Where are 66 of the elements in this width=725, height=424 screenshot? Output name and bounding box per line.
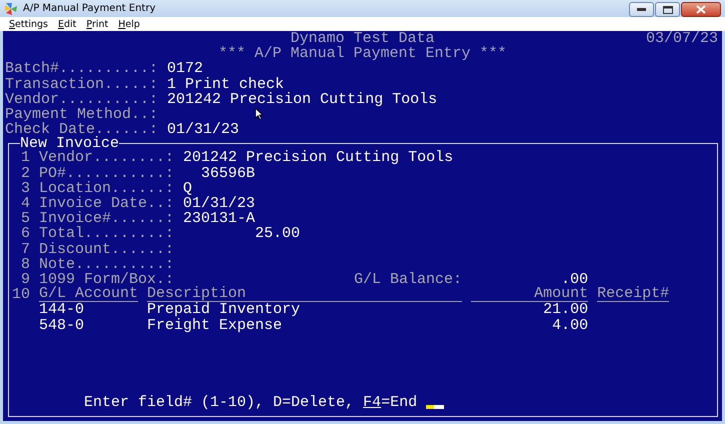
field-value: 01/31/23 (183, 196, 256, 212)
field-value: 36596B (200, 166, 256, 181)
field-number: 7 (20, 242, 30, 257)
field-label: Vendor........: (39, 150, 174, 166)
column-header: Description (147, 287, 462, 302)
maximize-icon (662, 6, 672, 14)
field-label: Invoice#......: (39, 211, 174, 226)
screen-title: *** A/P Manual Payment Entry *** (218, 46, 507, 62)
field-label: Check Date......: (5, 122, 158, 138)
menu-item[interactable]: Edit (54, 18, 80, 30)
text-cursor (426, 405, 444, 409)
field-value: Q (183, 180, 192, 196)
field-label: PO#...........: (39, 166, 174, 181)
field-number: 4 (20, 196, 30, 212)
field-label: Location......: (39, 180, 174, 196)
current-date: 03/07/23 (646, 31, 718, 46)
field-number: 1 (20, 150, 30, 166)
window-title: A/P Manual Payment Entry (23, 3, 156, 14)
field-number: 8 (20, 256, 30, 272)
minimize-icon (637, 8, 646, 11)
column-header: Receipt# (597, 287, 670, 302)
balance-value: .00 (561, 272, 588, 288)
app-icon (4, 2, 18, 16)
table-cell-text: 144-0 (39, 302, 86, 318)
field-value: 230131-A (183, 211, 256, 226)
field-label: 1099 Form/Box.: (39, 272, 174, 288)
table-cell-text: 548-0 (39, 318, 86, 333)
field-label: Transaction.....: (5, 76, 158, 92)
section-title: New Invoice (20, 137, 120, 150)
balance-label: G/L Balance: (354, 272, 462, 288)
command-prompt: Enter field# (1-10), D=Delete, F4=End (84, 394, 418, 410)
field-label: Note..........: (39, 256, 174, 272)
table-cell-text: Prepaid Inventory (147, 302, 302, 318)
field-label: Invoice Date..: (39, 196, 174, 212)
field-number: 2 (20, 166, 30, 181)
close-icon (696, 5, 706, 14)
minimize-button[interactable] (629, 2, 654, 17)
table-cell-text: 4.00 (551, 318, 588, 333)
function-key-link[interactable]: F4 (363, 394, 382, 411)
field-label: Total.........: (39, 226, 174, 242)
menu-item[interactable]: Print (83, 18, 112, 30)
field-number: 9 (20, 272, 30, 288)
field-label: Batch#..........: (5, 61, 158, 77)
table-cell-text: 21.00 (542, 302, 588, 318)
company-name: Dynamo Test Data (290, 31, 435, 46)
column-header: G/L Account (39, 287, 138, 302)
table-cell-text: Freight Expense (147, 318, 284, 333)
field-number: 3 (20, 180, 30, 196)
field-number: 6 (20, 226, 30, 242)
field-value: 1 Print check (167, 76, 284, 92)
field-label: Payment Method..: (5, 106, 158, 122)
field-number: 10 (12, 287, 30, 302)
field-value: 0172 (167, 61, 204, 77)
column-header: Amount (471, 287, 588, 302)
maximize-button[interactable] (655, 2, 680, 17)
field-value: 201242 Precision Cutting Tools (167, 92, 438, 107)
menu-item[interactable]: Settings (6, 18, 51, 30)
close-button[interactable] (681, 2, 721, 17)
field-value: 201242 Precision Cutting Tools (183, 150, 454, 166)
field-value: 01/31/23 (167, 122, 240, 138)
field-value: 25.00 (254, 226, 300, 242)
field-number: 5 (20, 211, 30, 226)
field-label: Discount......: (39, 242, 174, 257)
menu-item[interactable]: Help (115, 18, 143, 30)
field-label: Vendor..........: (5, 92, 158, 107)
mouse-pointer-icon (255, 108, 263, 120)
